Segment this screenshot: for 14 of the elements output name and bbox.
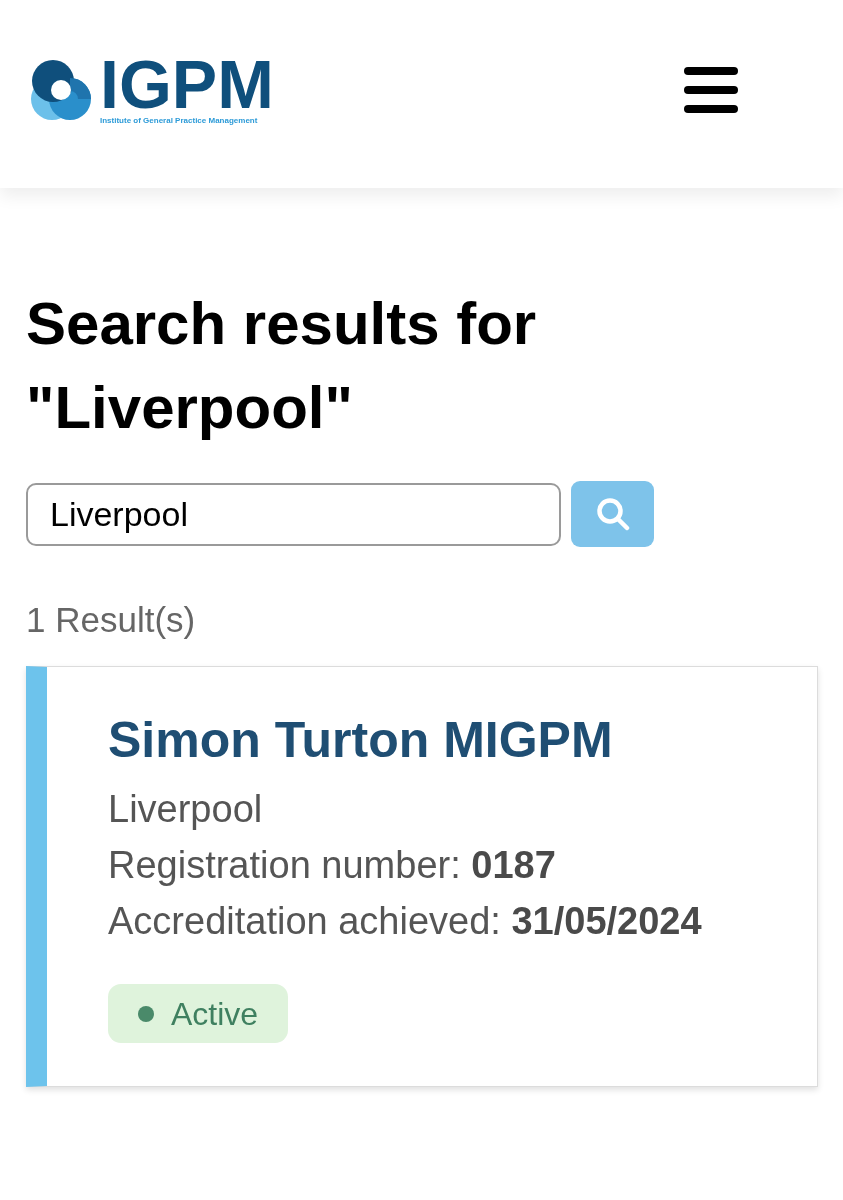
detail-text: Accreditation achieved: 31/05/2024 xyxy=(108,899,702,944)
location-text: Liverpool xyxy=(108,787,263,832)
member-name-link[interactable]: Simon Turton MIGPM xyxy=(108,710,613,770)
menu-button[interactable] xyxy=(684,67,738,113)
status-label: Active xyxy=(171,994,259,1034)
logo-icon xyxy=(28,57,94,123)
menu-icon xyxy=(684,67,738,113)
page-heading: Search results for "Liverpool" xyxy=(26,289,538,443)
detail-text: Registration number: 0187 xyxy=(108,843,556,888)
logo-tagline: Institute of General Practice Management xyxy=(100,116,259,126)
search-icon xyxy=(595,497,630,531)
logo-wordmark: IGPM xyxy=(100,54,274,114)
result-count: 1 Result(s) xyxy=(26,600,196,640)
search-field[interactable]: Liverpool xyxy=(26,482,561,546)
